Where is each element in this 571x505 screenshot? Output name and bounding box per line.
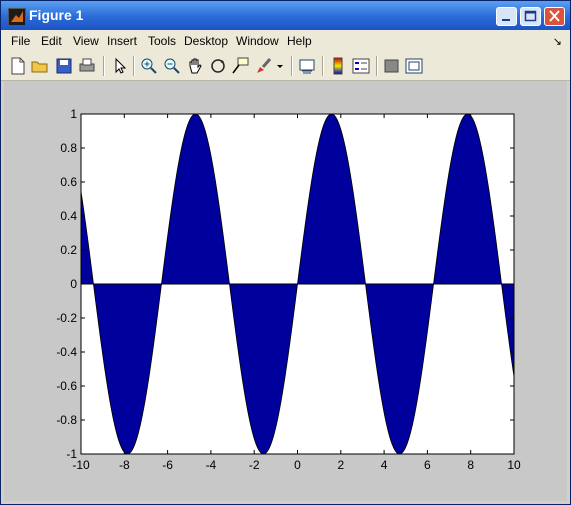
figure-window: Figure 1 File Edit View Insert Tools Des… (0, 0, 571, 505)
save-icon[interactable] (55, 57, 73, 75)
y-tick-label: 0.8 (60, 141, 77, 155)
hide-plot-tools-icon[interactable] (383, 57, 401, 75)
data-cursor-icon[interactable] (231, 57, 249, 75)
dropdown-arrow-icon[interactable] (275, 57, 285, 75)
menu-file[interactable]: File (11, 34, 30, 48)
colorbar-icon[interactable] (329, 57, 347, 75)
sine-plot[interactable]: -10 -8 -6 -4 -2 0 2 4 6 8 10 10.80.60.40.20-0.2-0.… (4, 81, 567, 501)
menu-bar: File Edit View Insert Tools Desktop Wind… (1, 30, 570, 51)
menu-help[interactable]: Help (287, 34, 312, 48)
title-bar[interactable]: Figure 1 (1, 1, 570, 30)
y-tick-label: -1 (66, 447, 77, 461)
toolbar-separator (376, 56, 378, 76)
show-plot-tools-icon[interactable] (405, 57, 423, 75)
y-tick-label: -0.2 (56, 311, 77, 325)
y-tick-label: -0.8 (56, 413, 77, 427)
x-tick-label: 4 (381, 458, 388, 472)
rotate-3d-icon[interactable] (209, 57, 227, 75)
x-tick-label: -2 (249, 458, 260, 472)
open-folder-icon[interactable] (31, 57, 49, 75)
legend-icon[interactable] (352, 57, 370, 75)
menu-window[interactable]: Window (236, 34, 279, 48)
close-button[interactable] (544, 7, 565, 26)
link-plot-icon[interactable] (298, 57, 316, 75)
figure-canvas: -10 -8 -6 -4 -2 0 2 4 6 8 10 1 0.8 0.6 0.4 0.2 0 -0.2 -0.… (4, 81, 567, 501)
x-tick-label: -6 (162, 458, 173, 472)
x-tick-label: 6 (424, 458, 431, 472)
figure-toolbar (1, 51, 570, 81)
brush-icon[interactable] (255, 57, 273, 75)
print-icon[interactable] (78, 57, 96, 75)
menu-view[interactable]: View (73, 34, 99, 48)
y-tick-label: 0.4 (60, 209, 77, 223)
y-tick-label: 0.6 (60, 175, 77, 189)
new-file-icon[interactable] (9, 57, 27, 75)
x-tick-label: 10 (507, 458, 521, 472)
dock-arrow-icon[interactable]: ↘ (553, 35, 562, 48)
matlab-icon (8, 8, 26, 26)
x-tick-label: 0 (294, 458, 301, 472)
x-tick-label: 2 (337, 458, 344, 472)
x-tick-label: -4 (206, 458, 217, 472)
window-title: Figure 1 (29, 7, 84, 23)
y-tick-label: 1 (70, 107, 77, 121)
toolbar-separator (322, 56, 324, 76)
menu-desktop[interactable]: Desktop (184, 34, 228, 48)
minimize-button[interactable] (496, 7, 517, 26)
maximize-button[interactable] (520, 7, 541, 26)
toolbar-separator (103, 56, 105, 76)
zoom-out-icon[interactable] (163, 57, 181, 75)
y-tick-label: -0.6 (56, 379, 77, 393)
menu-insert[interactable]: Insert (107, 34, 137, 48)
pan-hand-icon[interactable] (186, 57, 204, 75)
y-tick-label: 0.2 (60, 243, 77, 257)
menu-edit[interactable]: Edit (41, 34, 62, 48)
toolbar-separator (291, 56, 293, 76)
y-tick-label: 0 (70, 277, 77, 291)
x-tick-label: -8 (119, 458, 130, 472)
menu-tools[interactable]: Tools (148, 34, 176, 48)
y-tick-label: -0.4 (56, 345, 77, 359)
x-tick-label: 8 (467, 458, 474, 472)
pointer-icon[interactable] (111, 57, 129, 75)
toolbar-separator (133, 56, 135, 76)
zoom-in-icon[interactable] (140, 57, 158, 75)
